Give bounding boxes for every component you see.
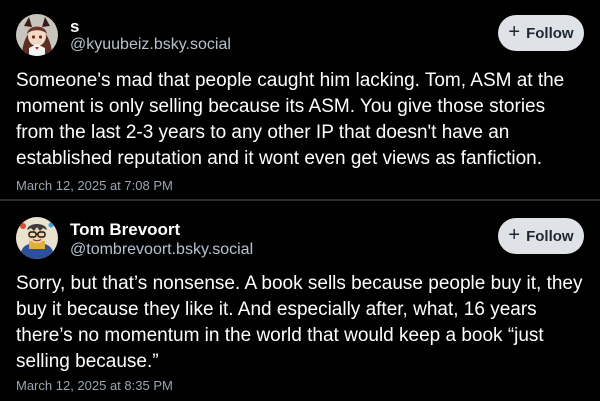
display-name[interactable]: Tom Brevoort	[70, 220, 180, 240]
follow-label: Follow	[526, 24, 574, 42]
user-handle[interactable]: @tombrevoort.bsky.social	[70, 241, 253, 259]
avatar[interactable]	[16, 14, 58, 56]
plus-icon: +	[508, 21, 521, 43]
follow-button[interactable]: + Follow	[498, 218, 584, 254]
post-timestamp[interactable]: March 12, 2025 at 8:35 PM	[16, 378, 173, 393]
follow-button[interactable]: + Follow	[498, 15, 584, 51]
post-text: Sorry, but that’s nonsense. A book sells…	[16, 273, 583, 372]
anime-avatar-icon	[16, 14, 58, 56]
display-name[interactable]: s	[70, 17, 79, 37]
post-text: Someone's mad that people caught him lac…	[16, 70, 565, 169]
avatar[interactable]	[16, 217, 58, 259]
user-handle[interactable]: @kyuubeiz.bsky.social	[70, 36, 231, 54]
post-timestamp[interactable]: March 12, 2025 at 7:08 PM	[16, 178, 173, 193]
follow-label: Follow	[526, 227, 574, 245]
post[interactable]: s @kyuubeiz.bsky.social + Follow Someone…	[0, 0, 600, 201]
cartoon-avatar-icon	[16, 217, 58, 259]
post[interactable]: Tom Brevoort @tombrevoort.bsky.social + …	[0, 201, 600, 401]
plus-icon: +	[508, 224, 521, 246]
